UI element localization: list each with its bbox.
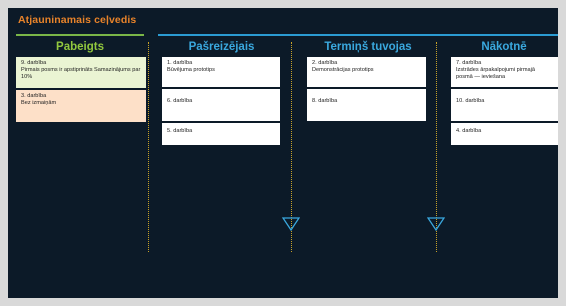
- card-step: 4. darbība: [456, 128, 482, 134]
- roadmap-card[interactable]: 3. darbība Bez izmaiņām: [16, 90, 146, 122]
- page-title: Atjauninamais ceļvedis: [18, 14, 137, 26]
- card-step: 9. darbība: [21, 60, 47, 66]
- column-heading-current: Pašreizējais: [188, 41, 255, 53]
- column-separator: [148, 42, 149, 252]
- card-step: 1. darbība: [167, 60, 193, 66]
- card-step: 10. darbība: [456, 98, 485, 104]
- roadmap-card[interactable]: 2. darbība Demonstrācijas prototips: [307, 57, 426, 87]
- card-description: Pirmais posms ir apstiprināts Samazināju…: [21, 67, 141, 80]
- card-step: 6. darbība: [167, 98, 193, 104]
- card-step: 5. darbība: [167, 128, 193, 134]
- card-step: 7. darbība: [456, 60, 482, 66]
- roadmap-card[interactable]: 7. darbība Izstrādes ārpakalpojumi pirma…: [451, 57, 558, 87]
- column-heading-future: Nākotnē: [481, 41, 527, 53]
- status-underline: [158, 34, 558, 36]
- roadmap-card[interactable]: 1. darbība Būvējuma prototips: [162, 57, 280, 87]
- down-arrow-icon: [282, 217, 300, 231]
- card-description: Bez izmaiņām: [21, 100, 57, 106]
- roadmap-card[interactable]: 8. darbība: [307, 89, 426, 121]
- card-description: Būvējuma prototips: [167, 67, 215, 73]
- card-description: Demonstrācijas prototips: [312, 67, 374, 73]
- roadmap-card[interactable]: 10. darbība: [451, 89, 558, 121]
- card-step: 8. darbība: [312, 98, 338, 104]
- down-arrow-icon: [427, 217, 445, 231]
- column-heading-upcoming: Termiņš tuvojas: [324, 41, 412, 53]
- card-description: Izstrādes ārpakalpojumi pirmajā posmā — …: [456, 67, 535, 80]
- roadmap-card[interactable]: 5. darbība: [162, 123, 280, 145]
- roadmap-card[interactable]: 9. darbība Pirmais posms ir apstiprināts…: [16, 57, 146, 88]
- card-step: 3. darbība: [21, 93, 47, 99]
- roadmap-card[interactable]: 4. darbība: [451, 123, 558, 145]
- done-underline: [16, 34, 144, 36]
- column-heading-done: Pabeigts: [56, 41, 104, 53]
- roadmap-board: Atjauninamais ceļvedis Pabeigts Pašreizē…: [8, 8, 558, 298]
- card-step: 2. darbība: [312, 60, 338, 66]
- roadmap-card[interactable]: 6. darbība: [162, 89, 280, 121]
